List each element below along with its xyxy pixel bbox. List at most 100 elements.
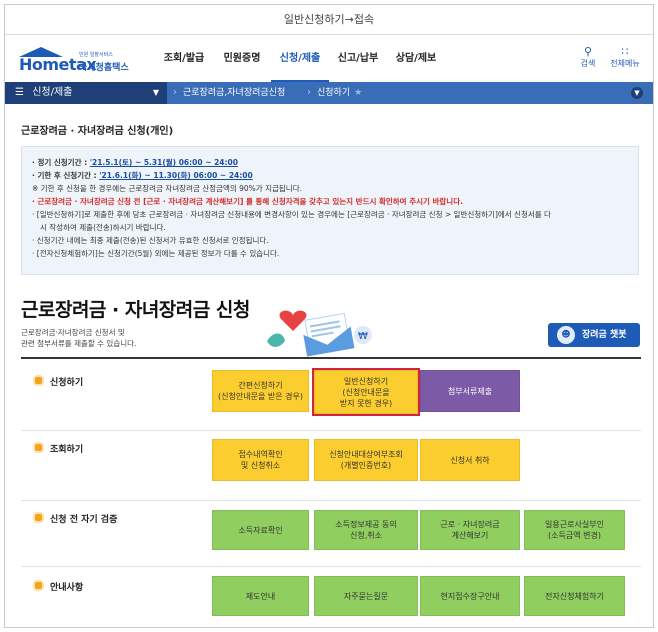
heart-icon [279, 310, 307, 331]
location-bar: ☰ 신청/제출 ▼ › 근로장려금,자녀장려금신청 › 신청하기 ★ ▼ [5, 82, 653, 104]
notice-line: · [일반신청하기]로 제출한 후에 당초 근로장려금 · 자녀장려금 신청내용… [32, 210, 551, 219]
button-line: 소득자료확인 [238, 525, 283, 535]
section-label: 신청하기 [33, 375, 83, 388]
income-data-button[interactable]: 소득자료확인 [212, 510, 309, 550]
button-line: 자주묻는질문 [343, 591, 389, 601]
button-line: (소득금액 변경) [548, 531, 601, 540]
all-menu-button[interactable]: ∷ 전체메뉴 [607, 46, 643, 69]
main-nav: 조회/발급 민원증명 신청/제출 신고/납부 상담/제보 [155, 36, 445, 82]
chatbot-icon: ☻ [557, 326, 575, 344]
notice-regular-period: '21.5.1(토) ~ 5.31(월) 06:00 ~ 24:00 [89, 158, 238, 167]
chevron-right-icon: › [173, 87, 177, 98]
section-label-text: 조회하기 [50, 445, 84, 455]
notice-box: · 정기 신청기간 : '21.5.1(토) ~ 5.31(월) 06:00 ~… [21, 146, 639, 275]
main-heading: 근로장려금 · 자녀장려금 신청 [21, 299, 250, 321]
general-apply-button[interactable]: 일반신청하기 (신청안내문을 받지 못한 경우) [312, 368, 420, 416]
gnb-item-certificates[interactable]: 민원증명 [213, 36, 271, 82]
section-guide: 안내사항 제도안내 자주묻는질문 현지접수장구안내 전자신청체험하기 [21, 567, 641, 627]
section-self-check: 신청 전 자기 검증 소득자료확인 소득정보제공 동의신청,취소 근로 · 자녀… [21, 501, 641, 567]
search-icon: ⚲ [583, 45, 593, 58]
section-apply: 신청하기 간편신청하기 (신청안내문을 받은 경우) 일반신청하기 (신청안내문을 받… [21, 359, 641, 431]
bullet-icon [33, 442, 44, 453]
section-label: 신청 전 자기 검증 [33, 512, 117, 525]
page-caption: 일반신청하기→접속 [5, 5, 653, 35]
eligibility-inquiry-button[interactable]: 신청안내대상여부조회 (개별인증번호) [314, 439, 418, 481]
notice-warning: · 근로장려금 · 자녀장려금 신청 전 [근로 · 자녀장려금 계산해보기] … [32, 197, 463, 206]
section-label: 안내사항 [33, 580, 83, 593]
description-line: 관련 첨부서류를 제출할 수 있습니다. [21, 339, 137, 348]
all-menu-label: 전체메뉴 [610, 59, 640, 68]
onsite-desk-button[interactable]: 현지접수장구안내 [420, 576, 520, 616]
button-line: (신청안내문을 받은 경우) [218, 392, 303, 401]
chatbot-button[interactable]: ☻ 장려금 챗봇 [548, 323, 640, 347]
program-guide-button[interactable]: 제도안내 [212, 576, 309, 616]
section-inquiry: 조회하기 접수내역확인 및 신청취소 신청안내대상여부조회 (개별인증번호) 신청서… [21, 431, 641, 501]
collapse-icon[interactable]: ▼ [631, 87, 643, 99]
e-apply-trial-button[interactable]: 전자신청체험하기 [524, 576, 625, 616]
caret-down-icon: ▼ [152, 88, 159, 97]
button-line: 근로 · 자녀장려금 [440, 520, 500, 529]
chatbot-label: 장려금 챗봇 [582, 330, 627, 340]
hamburger-icon: ☰ [15, 87, 24, 98]
gnb-item-inquiry[interactable]: 조회/발급 [155, 36, 213, 82]
button-line: 전자신청체험하기 [545, 591, 604, 601]
bullet-icon [33, 580, 44, 591]
gnb-item-consult[interactable]: 상담/제보 [387, 36, 445, 82]
envelope-illustration: ₩ [267, 310, 372, 357]
chevron-right-icon: › [307, 87, 311, 98]
notice-late-period: '21.6.1(화) ~ 11.30(화) 06:00 ~ 24:00 [99, 171, 253, 180]
check-receipt-button[interactable]: 접수내역확인 및 신청취소 [212, 439, 309, 481]
breadcrumb-item-2[interactable]: 신청하기 ★ [317, 82, 362, 104]
page-frame: 일반신청하기→접속 민원 일괄서비스 Hometax 국세청홈택스 조회/발급 … [4, 4, 654, 628]
button-line: 일반신청하기 [343, 376, 389, 386]
income-consent-button[interactable]: 소득정보제공 동의신청,취소 [314, 510, 418, 550]
leaf-icon [267, 333, 285, 347]
breadcrumb-item-2-label: 신청하기 [317, 88, 351, 98]
button-line: (신청안내문을 [342, 387, 390, 397]
button-line: 및 신청취소 [240, 461, 281, 470]
button-line: 받지 못한 경우) [339, 398, 393, 408]
button-line: 신청,취소 [350, 531, 382, 540]
section-label: 조회하기 [33, 442, 83, 455]
main-description: 근로장려금·자녀장려금 신청서 및 관련 첨부서류를 제출할 수 있습니다. [21, 327, 136, 349]
menu-dropdown[interactable]: ☰ 신청/제출 ▼ [5, 82, 167, 104]
button-line: 신청서 취하 [450, 455, 490, 465]
hometax-logo[interactable]: 민원 일괄서비스 Hometax 국세청홈택스 [19, 45, 149, 74]
notice-regular-label: · 정기 신청기간 : [32, 158, 90, 167]
section-label-text: 신청하기 [50, 378, 84, 388]
button-line: 첨부서류제출 [447, 386, 493, 396]
grid-icon: ∷ [621, 45, 629, 58]
notice-late-label: · 기한 후 신청기간 : [32, 171, 100, 180]
breadcrumb-item-1[interactable]: 근로장려금,자녀장려금신청 [183, 82, 285, 104]
bullet-icon [33, 512, 44, 523]
notice-line: 시 작성하여 제출(전송)하시기 바랍니다. [40, 223, 166, 232]
site-header: 민원 일괄서비스 Hometax 국세청홈택스 조회/발급 민원증명 신청/제출… [5, 36, 653, 82]
withdraw-application-button[interactable]: 신청서 취하 [420, 439, 520, 481]
favorite-star-icon[interactable]: ★ [354, 88, 362, 98]
calculate-benefit-button[interactable]: 근로 · 자녀장려금계산해보기 [420, 510, 520, 550]
simple-apply-button[interactable]: 간편신청하기 (신청안내문을 받은 경우) [212, 370, 309, 412]
button-line: (개별인증번호) [340, 461, 392, 470]
bullet-icon [33, 375, 44, 386]
button-line: 일용근로사실부인 [545, 520, 604, 529]
notice-line: · 정기 신청기간 : '21.5.1(토) ~ 5.31(월) 06:00 ~… [32, 156, 628, 169]
notice-line: · [전자신청체험하기]는 신청기간(5월) 외에는 제공된 정보가 다를 수 … [32, 249, 280, 258]
notice-line: ※ 기한 후 신청을 한 경우에는 근로장려금 자녀장려금 산정금액의 90%가… [32, 184, 302, 193]
faq-button[interactable]: 자주묻는질문 [314, 576, 418, 616]
svg-text:₩: ₩ [358, 331, 368, 342]
button-line: 현지접수장구안내 [440, 591, 500, 601]
search-button[interactable]: ⚲ 검색 [570, 46, 606, 69]
notice-line: · 신청기간 내에는 최종 제출(전송)된 신청서가 유효한 신청서로 인정됩니… [32, 236, 269, 245]
attach-documents-button[interactable]: 첨부서류제출 [420, 370, 520, 412]
description-line: 근로장려금·자녀장려금 신청서 및 [21, 328, 125, 337]
gnb-item-apply[interactable]: 신청/제출 [271, 36, 329, 82]
button-line: 계산해보기 [451, 531, 489, 540]
deny-daily-work-button[interactable]: 일용근로사실부인 (소득금액 변경) [524, 510, 625, 550]
button-line: 소득정보제공 동의 [335, 520, 397, 529]
button-line: 신청안내대상여부조회 [329, 450, 403, 459]
logo-subtitle: 국세청홈택스 [79, 63, 129, 73]
notice-line: · 기한 후 신청기간 : '21.6.1(화) ~ 11.30(화) 06:0… [32, 169, 628, 182]
section-label-text: 안내사항 [50, 583, 84, 593]
search-label: 검색 [580, 59, 596, 68]
gnb-item-report[interactable]: 신고/납부 [329, 36, 387, 82]
